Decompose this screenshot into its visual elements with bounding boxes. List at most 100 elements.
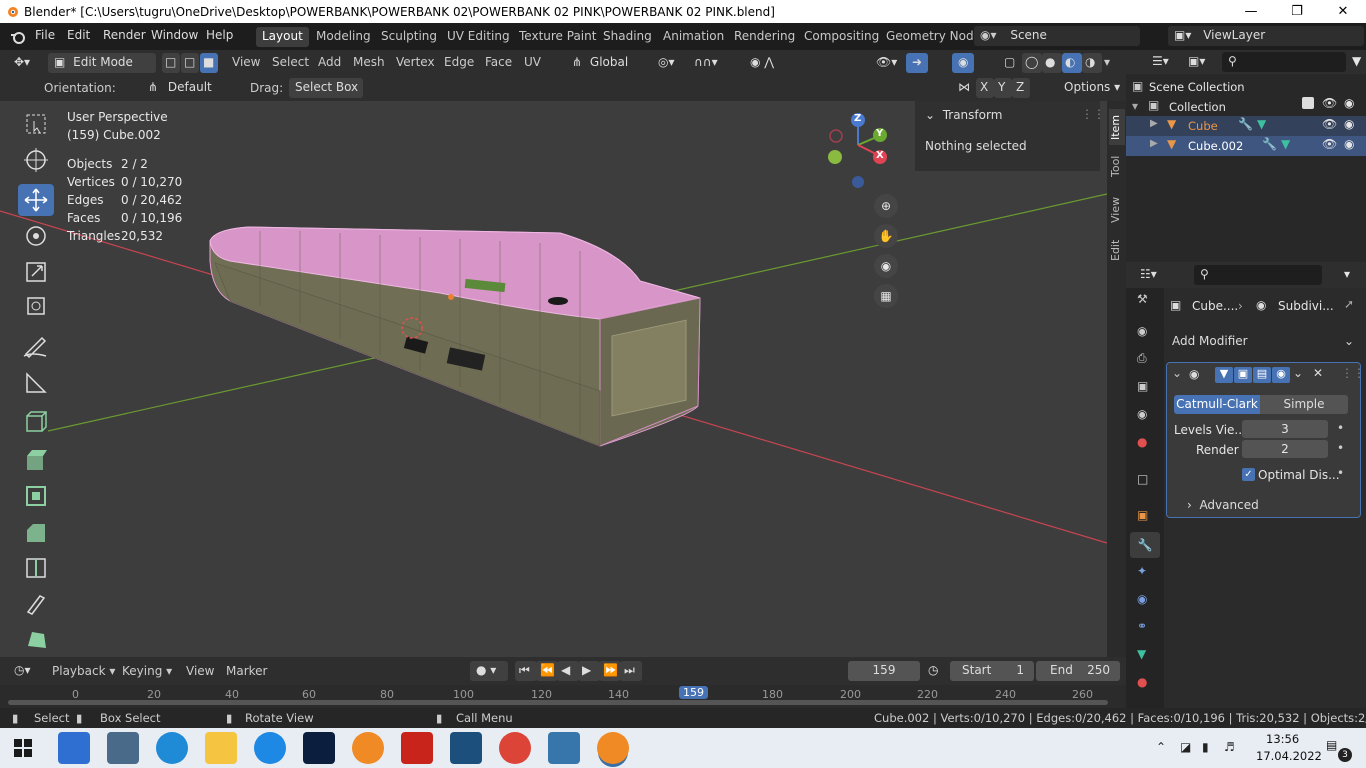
app-taskbar-icon[interactable] xyxy=(107,732,139,764)
tab-geometry-nodes[interactable]: Geometry Nod xyxy=(880,27,980,47)
cube-visibility-icon[interactable]: 👁 xyxy=(1322,117,1337,131)
jump-start-button[interactable]: ⏮ xyxy=(515,661,537,681)
outliner-row-cube[interactable]: ▶ ▼ Cube 🔧 ▼ 👁 ◉ xyxy=(1126,116,1366,136)
add-cube-tool-icon[interactable] xyxy=(18,406,54,438)
catmull-clark-button[interactable]: Catmull-Clark xyxy=(1174,395,1260,414)
tab-layout[interactable]: Layout xyxy=(256,27,309,47)
menu-select[interactable]: Select xyxy=(272,55,309,69)
timeline-view-menu[interactable]: View xyxy=(186,664,214,678)
tab-tool[interactable]: Tool xyxy=(1109,151,1125,181)
photoshop-taskbar-icon[interactable] xyxy=(303,732,335,764)
optimal-display-checkbox[interactable]: ✓ xyxy=(1242,468,1255,481)
xray-toggle-button[interactable]: ▢ xyxy=(998,53,1020,73)
options-dropdown[interactable]: Options ▾ xyxy=(1058,78,1122,98)
properties-editor-type-button[interactable]: ☷▾ xyxy=(1134,265,1166,285)
collection-label[interactable]: Collection xyxy=(1169,100,1226,114)
measure-tool-icon[interactable] xyxy=(18,366,54,398)
marker-menu[interactable]: Marker xyxy=(226,664,267,678)
expand-arrow-icon[interactable]: ▶ xyxy=(1150,138,1158,149)
poly-build-tool-icon[interactable] xyxy=(18,624,54,656)
tab-item[interactable]: Item xyxy=(1109,109,1125,145)
blender-menu-icon[interactable] xyxy=(10,29,25,44)
menu-help[interactable]: Help xyxy=(206,28,233,42)
properties-search-input[interactable]: ⚲ xyxy=(1194,265,1322,285)
edit-mode-toggle-icon[interactable]: ▼ xyxy=(1215,367,1233,383)
drag-selector[interactable]: Select Box xyxy=(289,78,363,98)
cube-002-render-icon[interactable]: ◉ xyxy=(1344,137,1354,151)
cube-002-visibility-icon[interactable]: 👁 xyxy=(1322,137,1337,151)
add-modifier-button[interactable]: Add Modifier ⌄ xyxy=(1166,332,1360,352)
edge-select-button[interactable]: □ xyxy=(181,53,199,73)
mirror-z-button[interactable]: Z xyxy=(1012,78,1030,98)
edge-taskbar-icon[interactable] xyxy=(156,732,188,764)
wireframe-shading-button[interactable]: ◯ xyxy=(1022,53,1042,73)
close-window-button[interactable]: ✕ xyxy=(1320,0,1366,23)
world-tab-icon[interactable]: ● xyxy=(1137,435,1147,449)
current-frame-marker[interactable]: 159 xyxy=(679,686,708,699)
tab-shading[interactable]: Shading xyxy=(597,27,658,47)
expand-arrow-icon[interactable]: ▶ xyxy=(1150,118,1158,129)
perspective-grid-icon[interactable]: ▦ xyxy=(874,284,898,308)
mode-selector[interactable]: ▣ Edit Mode xyxy=(48,53,156,73)
modifier-tab-icon[interactable]: 🔧 xyxy=(1130,532,1160,558)
levels-keyframe-dot[interactable]: • xyxy=(1337,421,1344,435)
drag-grip-icon[interactable]: ⋮⋮ xyxy=(1341,366,1365,380)
notification-icon[interactable]: ▤ xyxy=(1326,738,1337,752)
chrome-taskbar-icon[interactable] xyxy=(499,732,531,764)
scale-tool-icon[interactable] xyxy=(18,256,54,288)
mirror-x-button[interactable]: X xyxy=(976,78,994,98)
pivot-point-button[interactable]: ◎▾ xyxy=(652,53,686,73)
render-tab-icon[interactable]: ◉ xyxy=(1137,324,1147,338)
tab-animation[interactable]: Animation xyxy=(657,27,730,47)
outliner-filter-icon[interactable]: ▼ xyxy=(1352,54,1361,68)
modifier-dropdown-icon[interactable]: ⌄ xyxy=(1293,366,1303,380)
volume-icon[interactable]: ♬ xyxy=(1224,740,1235,754)
keying-menu[interactable]: Keying ▾ xyxy=(122,664,172,678)
collapse-chevron-icon[interactable]: ⌄ xyxy=(1172,366,1182,380)
viewport-toggle-icon[interactable]: ▤ xyxy=(1253,367,1271,383)
camera-view-icon[interactable]: ◉ xyxy=(874,254,898,278)
auto-keying-button[interactable]: ● ▾ xyxy=(470,661,508,681)
menu-render[interactable]: Render xyxy=(103,28,146,42)
tab-view[interactable]: View xyxy=(1109,193,1125,227)
prev-keyframe-button[interactable]: ⏪ xyxy=(536,661,558,681)
loop-cut-tool-icon[interactable] xyxy=(18,552,54,584)
menu-edit[interactable]: Edit xyxy=(67,28,90,42)
data-tab-icon[interactable]: ▼ xyxy=(1137,647,1146,661)
menu-file[interactable]: File xyxy=(35,28,55,42)
shading-dropdown-icon[interactable]: ▾ xyxy=(1104,55,1110,69)
collection-visibility-icon[interactable]: 👁 xyxy=(1322,96,1337,110)
collection-checkbox[interactable] xyxy=(1302,97,1314,109)
app-taskbar-icon[interactable] xyxy=(450,732,482,764)
annotate-tool-icon[interactable] xyxy=(18,330,54,362)
render-toggle-icon[interactable]: ◉ xyxy=(1272,367,1290,383)
remove-modifier-icon[interactable]: ✕ xyxy=(1313,366,1323,380)
minimize-button[interactable]: — xyxy=(1228,0,1274,23)
zoom-icon[interactable]: ⊕ xyxy=(874,194,898,218)
transform-orientation-selector[interactable]: ⋔ Global xyxy=(566,53,646,73)
play-reverse-button[interactable]: ◀ xyxy=(557,661,579,681)
snap-toggle-button[interactable]: ∩∩▾ xyxy=(688,53,734,73)
mesh-symmetry-icon[interactable]: ⋈ xyxy=(955,78,975,98)
scene-collection-label[interactable]: Scene Collection xyxy=(1149,80,1245,94)
menu-edge[interactable]: Edge xyxy=(444,55,474,69)
playback-menu[interactable]: Playback ▾ xyxy=(52,664,115,678)
mirror-y-button[interactable]: Y xyxy=(994,78,1012,98)
advanced-section-toggle[interactable]: › Advanced xyxy=(1187,498,1259,512)
menu-vertex[interactable]: Vertex xyxy=(396,55,435,69)
proportional-edit-button[interactable]: ◉ ⋀ xyxy=(744,53,796,73)
app-taskbar-icon[interactable] xyxy=(548,732,580,764)
bevel-tool-icon[interactable] xyxy=(18,516,54,548)
visibility-filter-button[interactable]: 👁▾ xyxy=(870,53,900,73)
extrude-tool-icon[interactable] xyxy=(18,444,54,476)
menu-add[interactable]: Add xyxy=(318,55,341,69)
render-levels-field[interactable]: 2 xyxy=(1242,440,1328,458)
scene-selector[interactable]: ◉▾ Scene xyxy=(974,26,1140,46)
pan-hand-icon[interactable]: ✋ xyxy=(874,224,898,248)
tray-chevron-icon[interactable]: ⌃ xyxy=(1156,740,1166,754)
menu-window[interactable]: Window xyxy=(151,28,198,42)
tab-uv-editing[interactable]: UV Editing xyxy=(441,27,516,47)
clock-time[interactable]: 13:56 xyxy=(1266,732,1299,746)
material-shading-button[interactable]: ◐ xyxy=(1062,53,1082,73)
rendered-shading-button[interactable]: ◑ xyxy=(1082,53,1102,73)
